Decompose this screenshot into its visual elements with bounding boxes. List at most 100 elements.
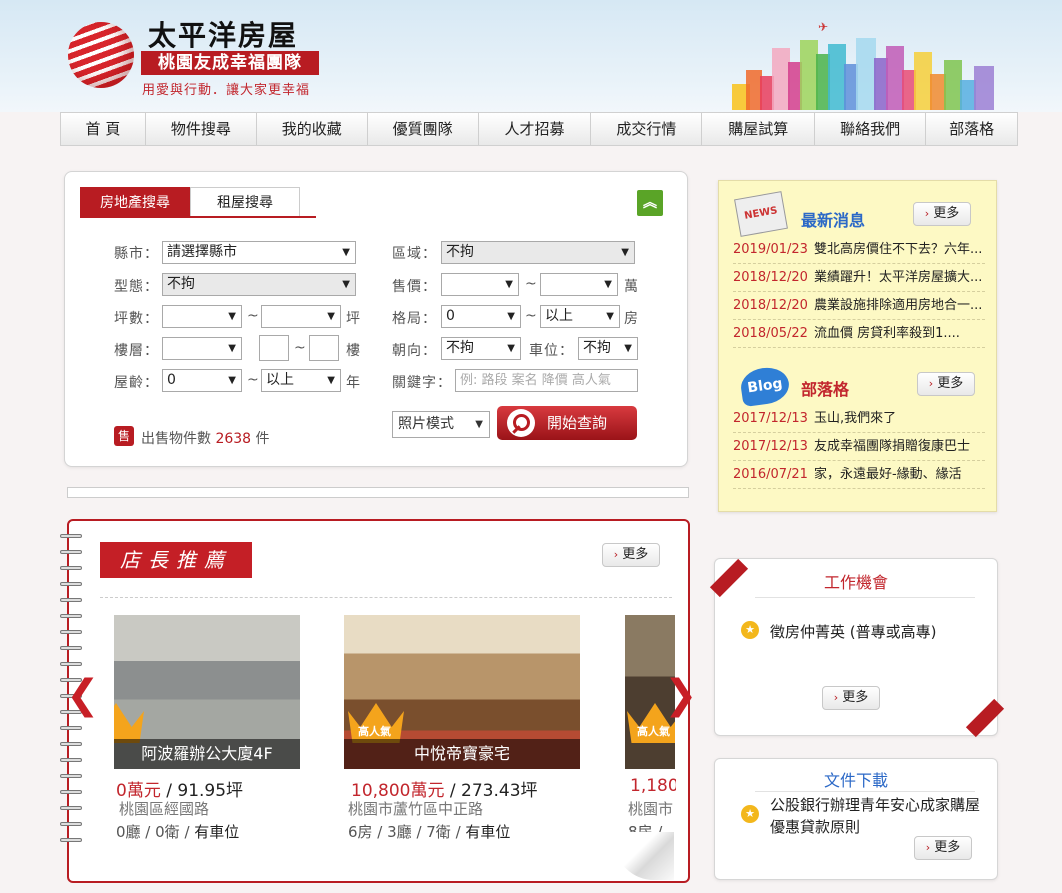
jobs-more-button[interactable]: › 更多 (822, 686, 880, 710)
search-icon (507, 409, 535, 437)
listing-photo[interactable]: 高人氣 中悅帝寶豪宅 (344, 615, 580, 769)
nav-property-search[interactable]: 物件搜尋 (146, 113, 257, 145)
city-skyline-illustration (732, 38, 994, 110)
layout-unit: 房 (624, 311, 638, 327)
nav-favorites[interactable]: 我的收藏 (257, 113, 368, 145)
news-more-label: 更多 (933, 206, 960, 221)
docs-more-button[interactable]: › 更多 (914, 836, 972, 860)
tab-real-estate[interactable]: 房地產搜尋 (80, 187, 190, 217)
dropdown-arrow-icon: ▼ (475, 419, 483, 430)
news-headline: 流血價 房貸利率殺到1.... (813, 326, 960, 341)
county-value: 請選擇縣市 (167, 244, 237, 260)
jobs-divider (755, 597, 975, 598)
ping-unit: 坪 (346, 311, 360, 327)
nav-blog[interactable]: 部落格 (926, 113, 1017, 145)
start-search-label: 開始查詢 (547, 414, 608, 432)
ping-min-select[interactable]: ▼ (162, 305, 242, 328)
listing-photo[interactable]: 阿波羅辦公大廈4F (114, 615, 300, 769)
news-date: 2018/05/22 (733, 326, 808, 341)
blog-date: 2017/12/13 (733, 439, 808, 454)
area-select[interactable]: 不拘 ▼ (441, 241, 635, 264)
listing-address: 桃園市 (628, 800, 674, 818)
floor-select[interactable]: ▼ (162, 337, 242, 360)
listing-name: 阿波羅辦公大廈4F (114, 739, 300, 769)
start-search-button[interactable]: 開始查詢 (497, 406, 637, 440)
age-min-value: 0 (167, 372, 176, 388)
nav-home[interactable]: 首 頁 (61, 113, 146, 145)
docs-box: 文件下載 ★ 公股銀行辦理青年安心成家購屋優惠貸款原則 › 更多 (714, 758, 998, 880)
keyword-input[interactable]: 例: 路段 案名 降價 高人氣 (455, 369, 638, 392)
brand-team-name: 桃園友成幸福團隊 (141, 51, 319, 75)
news-date: 2018/12/20 (733, 298, 808, 313)
blog-item[interactable]: 2017/12/13 友成幸福團隊捐贈復康巴士 (733, 433, 985, 461)
nav-contact[interactable]: 聯絡我們 (815, 113, 927, 145)
floor-max-input[interactable] (309, 335, 339, 361)
age-max-select[interactable]: 以上 ▼ (261, 369, 341, 392)
county-select[interactable]: 請選擇縣市 ▼ (162, 241, 356, 264)
blog-item[interactable]: 2016/07/21 家，永遠最好-緣動、緣活 (733, 461, 985, 489)
dropdown-arrow-icon: ▼ (507, 311, 515, 322)
collapse-up-icon[interactable]: ︽ (637, 190, 663, 216)
layout-max-select[interactable]: 以上 ▼ (540, 305, 620, 328)
carousel-next-arrow-icon[interactable]: ❯ (664, 672, 698, 718)
sale-count-suffix: 件 (255, 431, 270, 447)
news-more-button[interactable]: › 更多 (913, 202, 971, 226)
blog-title[interactable]: 部落格 (801, 376, 849, 400)
nav-calculator[interactable]: 購屋試算 (702, 113, 816, 145)
blog-headline: 友成幸福團隊捐贈復康巴士 (813, 439, 970, 454)
airplane-icon: ✈ (818, 20, 829, 34)
news-date: 2019/01/23 (733, 242, 808, 257)
job-item[interactable]: 徵房仲菁英 (普專或高專) (770, 621, 936, 642)
news-item[interactable]: 2019/01/23 雙北高房價住不下去？六年... (733, 236, 985, 264)
blog-more-button[interactable]: › 更多 (917, 372, 975, 396)
area-value: 不拘 (446, 244, 474, 260)
listing-rooms: 6房 / 3廳 / 7衛 / 有車位 (348, 821, 510, 842)
dropdown-arrow-icon: ▼ (228, 343, 236, 354)
news-board: NEWS 最新消息 › 更多 2019/01/23 雙北高房價住不下去？六年... … (718, 180, 997, 512)
ribbon-decoration (965, 698, 1005, 738)
listing-room-count: 6房 / 3廳 / 7衛 / (348, 823, 466, 841)
chevron-right-icon: › (928, 377, 934, 390)
crown-icon (114, 703, 144, 743)
news-title[interactable]: 最新消息 (801, 207, 865, 231)
nav-team[interactable]: 優質團隊 (368, 113, 479, 145)
news-date: 2018/12/20 (733, 270, 808, 285)
tab-rental[interactable]: 租屋搜尋 (190, 187, 300, 217)
nav-transactions[interactable]: 成交行情 (591, 113, 703, 145)
parking-select[interactable]: 不拘 ▼ (578, 337, 638, 360)
dropdown-arrow-icon: ▼ (327, 311, 335, 322)
tilde: ~ (247, 372, 259, 388)
docs-title: 文件下載 (823, 771, 888, 790)
listing-rooms: 0廳 / 0衛 / 有車位 (116, 821, 239, 842)
dropdown-arrow-icon: ▼ (327, 375, 335, 386)
age-min-select[interactable]: 0 ▼ (162, 369, 242, 392)
type-select[interactable]: 不拘 ▼ (162, 273, 356, 296)
logo-icon[interactable] (68, 22, 134, 88)
nav-recruit[interactable]: 人才招募 (479, 113, 592, 145)
doc-item[interactable]: 公股銀行辦理青年安心成家購屋優惠貸款原則 (770, 794, 984, 838)
news-item[interactable]: 2018/05/22 流血價 房貸利率殺到1.... (733, 320, 985, 348)
facing-select[interactable]: 不拘 ▼ (441, 337, 521, 360)
price-min-select[interactable]: ▼ (441, 273, 519, 296)
news-item[interactable]: 2018/12/20 業績躍升！太平洋房屋擴大... (733, 264, 985, 292)
news-headline: 農業設施排除適用房地合一... (813, 298, 983, 313)
ping-max-select[interactable]: ▼ (261, 305, 341, 328)
recommend-more-button[interactable]: › 更多 (602, 543, 660, 567)
carousel-prev-arrow-icon[interactable]: ❮ (66, 672, 100, 718)
layout-min-select[interactable]: 0 ▼ (441, 305, 521, 328)
listing-price-value: 1,180 (630, 776, 676, 796)
view-mode-select[interactable]: 照片模式 ▼ (392, 411, 490, 438)
layout-max-value: 以上 (545, 308, 573, 324)
chevron-right-icon: › (924, 207, 930, 220)
blog-headline: 家，永遠最好-緣動、緣活 (813, 467, 962, 482)
price-max-select[interactable]: ▼ (540, 273, 618, 296)
jobs-more-label: 更多 (842, 690, 869, 705)
listing-room-count: 0廳 / 0衛 / (116, 823, 195, 841)
brand-title[interactable]: 太平洋房屋 (148, 14, 298, 54)
news-item[interactable]: 2018/12/20 農業設施排除適用房地合一... (733, 292, 985, 320)
type-label: 型態： (114, 279, 159, 295)
blog-item[interactable]: 2017/12/13 玉山,我們來了 (733, 405, 985, 433)
main-nav: 首 頁 物件搜尋 我的收藏 優質團隊 人才招募 成交行情 購屋試算 聯絡我們 部… (60, 112, 1018, 146)
listing-parking: 有車位 (465, 823, 511, 841)
floor-min-input[interactable] (259, 335, 289, 361)
